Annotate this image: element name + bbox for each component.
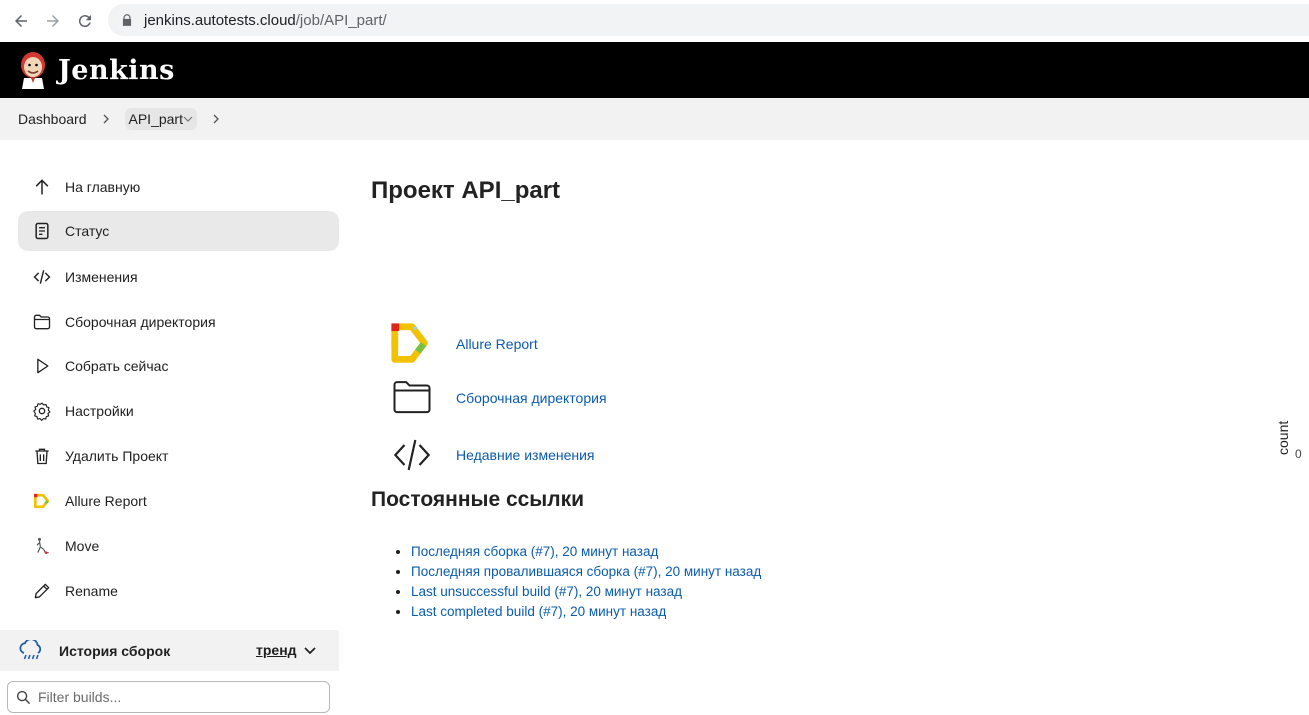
permalink-last-completed[interactable]: Last completed build (#7), 20 минут наза…: [411, 604, 666, 619]
trash-icon: [31, 445, 53, 467]
sidebar-item-label: Статус: [65, 223, 110, 239]
browser-toolbar: jenkins.autotests.cloud/job/API_part/: [0, 0, 1309, 42]
build-history-title: История сборок: [59, 642, 171, 659]
sidebar-item-settings[interactable]: Настройки: [18, 391, 339, 431]
allure-icon: [31, 490, 53, 512]
permalink-last-build[interactable]: Последняя сборка (#7), 20 минут назад: [411, 544, 658, 559]
arrow-left-icon: [15, 15, 27, 27]
filter-builds-box[interactable]: [7, 681, 330, 713]
code-icon: [31, 266, 53, 288]
permalinks-title: Постоянные ссылки: [371, 488, 585, 511]
breadcrumb: Dashboard API_part: [0, 98, 1309, 140]
chevron-right-icon: [213, 114, 219, 124]
filter-builds-input[interactable]: [38, 689, 318, 705]
main-link-allure[interactable]: Allure Report: [388, 320, 538, 368]
main-link-label[interactable]: Сборочная директория: [456, 390, 607, 406]
sidebar-item-changes[interactable]: Изменения: [18, 257, 339, 297]
gear-icon: [31, 400, 53, 422]
trend-chart-ylabel: count: [1275, 420, 1291, 455]
sidebar-item-label: Изменения: [65, 269, 138, 285]
arrow-up-icon: [31, 176, 53, 198]
permalink-last-failed[interactable]: Последняя провалившаяся сборка (#7), 20 …: [411, 564, 761, 579]
permalinks-list: Последняя сборка (#7), 20 минут назад По…: [395, 544, 761, 624]
chevron-right-icon: [103, 114, 109, 124]
document-icon: [31, 220, 53, 242]
address-bar[interactable]: jenkins.autotests.cloud/job/API_part/: [108, 4, 1309, 36]
list-item: Last unsuccessful build (#7), 20 минут н…: [411, 584, 761, 599]
main-content: Проект API_part Allure Report Сборочная …: [371, 140, 1271, 715]
move-icon: [31, 535, 53, 557]
sidebar-item-status[interactable]: Статус: [18, 211, 339, 251]
search-icon: [16, 690, 31, 704]
sidebar-item-label: Удалить Проект: [65, 448, 169, 464]
app-title[interactable]: Jenkins: [58, 55, 175, 86]
sidebar-item-delete[interactable]: Удалить Проект: [18, 436, 339, 476]
folder-icon: [31, 311, 53, 333]
list-item: Последняя провалившаяся сборка (#7), 20 …: [411, 564, 761, 579]
sidebar-item-label: Move: [65, 538, 100, 554]
reload-icon: [78, 15, 91, 28]
allure-icon[interactable]: [388, 320, 436, 368]
chevron-down-icon[interactable]: [183, 114, 193, 124]
sidebar: На главную Статус Изменения Сборочная ди…: [0, 140, 350, 715]
back-button[interactable]: [10, 10, 32, 32]
play-icon: [31, 355, 53, 377]
permalink-last-unsuccessful[interactable]: Last unsuccessful build (#7), 20 минут н…: [411, 584, 682, 599]
main-link-changes[interactable]: Недавние изменения: [388, 431, 595, 479]
sidebar-item-build-now[interactable]: Собрать сейчас: [18, 346, 339, 386]
url-host: jenkins.autotests.cloud: [144, 11, 296, 29]
main-link-label[interactable]: Allure Report: [456, 336, 538, 352]
sidebar-item-label: Allure Report: [65, 493, 147, 509]
sidebar-item-rename[interactable]: Rename: [18, 571, 339, 611]
sidebar-item-label: Собрать сейчас: [65, 358, 169, 374]
pencil-icon: [31, 580, 53, 602]
sidebar-item-label: Сборочная директория: [65, 314, 216, 330]
folder-icon[interactable]: [388, 374, 436, 422]
sidebar-item-move[interactable]: Move: [18, 526, 339, 566]
sidebar-item-allure[interactable]: Allure Report: [18, 481, 339, 521]
breadcrumb-job[interactable]: API_part: [129, 111, 183, 127]
list-item: Last completed build (#7), 20 минут наза…: [411, 604, 761, 619]
lock-icon: [122, 14, 132, 26]
jenkins-logo-icon[interactable]: [18, 51, 48, 89]
url-path: /job/API_part/: [295, 11, 387, 29]
cloud-rain-icon: [19, 639, 42, 659]
arrow-right-icon: [47, 15, 59, 27]
breadcrumb-job-chip[interactable]: API_part: [124, 108, 197, 130]
breadcrumb-dashboard[interactable]: Dashboard: [18, 111, 87, 127]
jenkins-header: Jenkins: [0, 42, 1309, 98]
build-history-header: История сборок тренд: [0, 630, 339, 671]
sidebar-item-label: Настройки: [65, 403, 134, 419]
main-link-workspace[interactable]: Сборочная директория: [388, 374, 607, 422]
page-title: Проект API_part: [371, 177, 561, 204]
main-link-label[interactable]: Недавние изменения: [456, 447, 595, 463]
chevron-down-icon[interactable]: [303, 643, 317, 657]
sidebar-item-home[interactable]: На главную: [18, 167, 339, 207]
trend-chart-tick: 0: [1295, 447, 1302, 461]
list-item: Последняя сборка (#7), 20 минут назад: [411, 544, 761, 559]
trend-link[interactable]: тренд: [256, 642, 297, 658]
sidebar-item-workspace[interactable]: Сборочная директория: [18, 302, 339, 342]
forward-button[interactable]: [42, 10, 64, 32]
reload-button[interactable]: [74, 10, 96, 32]
sidebar-item-label: На главную: [65, 179, 141, 195]
code-icon[interactable]: [388, 431, 436, 479]
sidebar-item-label: Rename: [65, 583, 118, 599]
